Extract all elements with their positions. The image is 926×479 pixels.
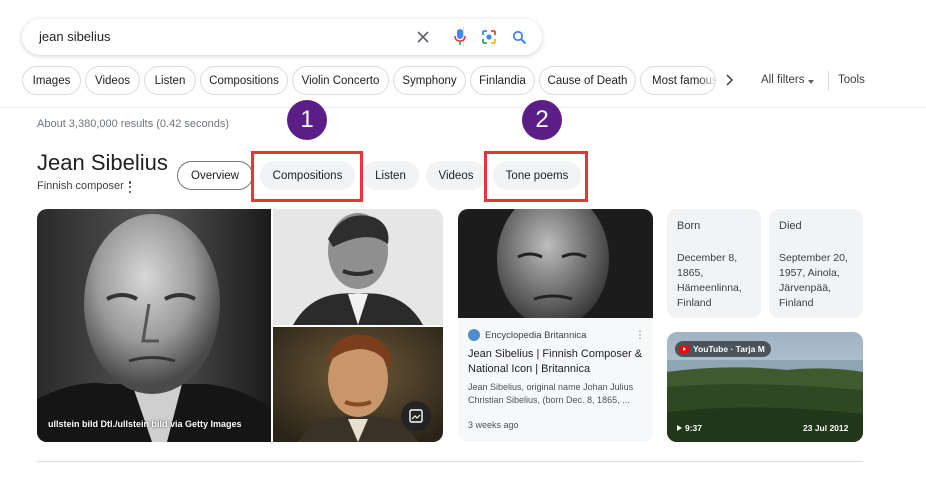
annotation-badge-1: 1: [287, 100, 327, 140]
filter-chip-images[interactable]: Images: [22, 66, 81, 95]
filter-chip-cause-of-death[interactable]: Cause of Death: [539, 66, 636, 95]
highlight-box-compositions: [251, 151, 363, 202]
image-credit: ullstein bild Dtl./ullstein bild via Get…: [48, 419, 242, 429]
toolbar-divider: [828, 71, 829, 91]
clear-icon[interactable]: [412, 26, 434, 48]
filter-chip-most-famous[interactable]: Most famous: [640, 66, 716, 95]
fact-died-label: Died: [779, 220, 802, 232]
result-stats: About 3,380,000 results (0.42 seconds): [37, 118, 230, 130]
youtube-play-glyph: [683, 347, 686, 351]
fact-born-label: Born: [677, 220, 701, 232]
fact-died-value: September 20, 1957, Ainola, Järvenpää, F…: [779, 252, 848, 309]
more-vert-icon[interactable]: ⋮: [635, 331, 645, 341]
britannica-title[interactable]: Jean Sibelius | Finnish Composer & Natio…: [468, 347, 643, 377]
tools-button[interactable]: Tools: [838, 74, 865, 86]
portrait-young-image[interactable]: [273, 209, 443, 325]
header-divider: [0, 107, 926, 108]
entity-subtitle: Finnish composer: [37, 180, 124, 192]
filter-chip-compositions[interactable]: Compositions: [200, 66, 288, 95]
chevron-right-icon[interactable]: [720, 71, 738, 89]
section-divider: [37, 461, 863, 462]
more-options-icon[interactable]: [128, 181, 132, 193]
search-input[interactable]: jean sibelius: [39, 29, 111, 44]
tab-overview[interactable]: Overview: [177, 161, 253, 190]
fact-born-value: December 8, 1865, Hämeenlinna, Finland: [677, 252, 742, 309]
filter-chip-violin-concerto[interactable]: Violin Concerto: [292, 66, 389, 95]
caret-down-icon: [808, 80, 814, 84]
portrait-main-image[interactable]: [37, 209, 271, 442]
video-date: 23 Jul 2012: [803, 423, 849, 433]
britannica-date: 3 weeks ago: [468, 420, 519, 430]
video-channel: YouTube · Tarja M: [675, 341, 771, 357]
search-icon[interactable]: [508, 26, 530, 48]
filter-chip-videos[interactable]: Videos: [85, 66, 140, 95]
video-duration: 9:37: [685, 423, 703, 433]
all-filters-button[interactable]: All filters: [761, 74, 804, 86]
tab-listen[interactable]: Listen: [362, 161, 419, 190]
filter-chip-finlandia[interactable]: Finlandia: [470, 66, 535, 95]
search-bar[interactable]: jean sibelius: [22, 19, 542, 55]
filter-chip-listen[interactable]: Listen: [144, 66, 196, 95]
annotation-badge-2: 2: [522, 100, 562, 140]
tab-videos[interactable]: Videos: [426, 161, 486, 190]
play-icon: [677, 425, 682, 431]
microphone-icon[interactable]: [449, 26, 471, 48]
britannica-image[interactable]: [458, 209, 653, 318]
britannica-snippet: Jean Sibelius, original name Johan Juliu…: [468, 382, 634, 405]
highlight-box-tone-poems: [484, 151, 588, 202]
britannica-favicon-icon: [468, 329, 480, 341]
filter-chip-symphony[interactable]: Symphony: [393, 66, 466, 95]
britannica-source: Encyclopedia Britannica: [485, 330, 587, 341]
lens-icon[interactable]: [478, 26, 500, 48]
image-gallery-icon[interactable]: [401, 401, 431, 431]
entity-title: Jean Sibelius: [37, 150, 168, 175]
